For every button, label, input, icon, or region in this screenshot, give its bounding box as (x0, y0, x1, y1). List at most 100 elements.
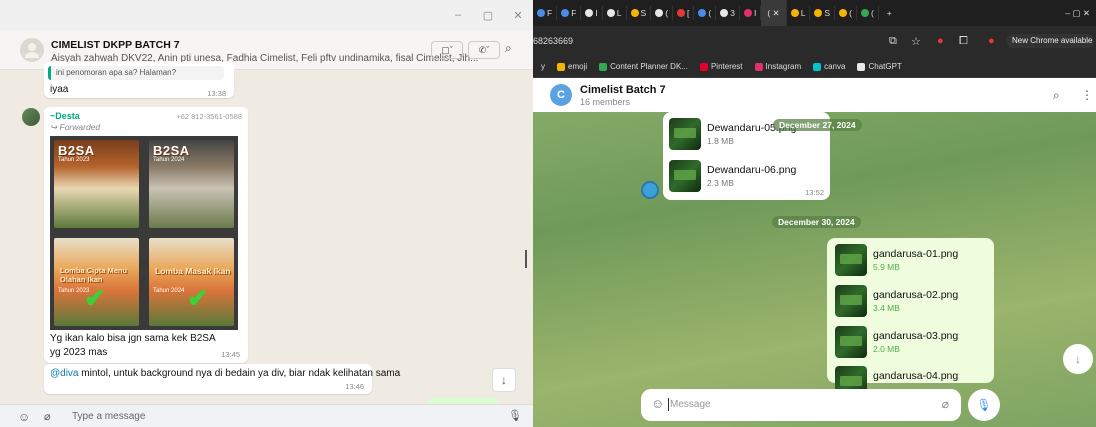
bookmark-item[interactable]: Content Planner DK... (599, 62, 688, 71)
sender-name[interactable]: ~Desta (50, 111, 80, 121)
image-message-bubble[interactable]: ~Desta +62 812-3561-0588 ↪ Forwarded B2S… (44, 107, 248, 363)
message-bubble[interactable]: ini penomoran apa sa? Halaman? iyaa 13:3… (44, 62, 234, 98)
quoted-message[interactable]: ini penomoran apa sa? Halaman? (48, 66, 224, 80)
poster-title: B2SA (58, 143, 95, 158)
telegram-chat: C Cimelist Batch 7 16 members ⌕ ⋮ Dewand… (533, 78, 1096, 427)
file-thumbnail[interactable] (669, 118, 701, 150)
message-bubble[interactable]: @diva mintol, untuk background nya di be… (44, 364, 400, 394)
more-options-icon[interactable]: ⋮ (1081, 88, 1093, 102)
file-item[interactable]: gandarusa-02.png 3.4 MB (835, 285, 985, 317)
file-thumbnail[interactable] (835, 326, 867, 358)
tab-label: ( (665, 8, 669, 18)
search-icon[interactable]: ⌕ (505, 41, 512, 56)
bookmark-item[interactable]: emoji (557, 62, 587, 71)
sender-avatar[interactable] (22, 108, 40, 126)
scroll-down-button[interactable]: ↓ (1063, 344, 1093, 374)
browser-tab[interactable]: ( (651, 6, 674, 20)
browser-tab-active[interactable]: ( ✕ (761, 0, 787, 26)
browser-tab[interactable]: 3 (716, 6, 740, 20)
voice-call-button[interactable]: ✆ˇ (468, 41, 500, 59)
browser-tab[interactable]: L (787, 6, 811, 20)
tab-strip: F F I L S ([(3 I ( ✕ L S ((+ – ▢ ✕ (533, 0, 1096, 26)
tab-label: F (571, 8, 577, 18)
poster-b2sa-2023: B2SA Tahun 2023 (54, 140, 139, 228)
tab-favicon-icon (720, 9, 729, 17)
attach-icon[interactable]: ⌀ (942, 397, 949, 411)
file-item[interactable]: gandarusa-01.png 5.9 MB (835, 244, 985, 276)
emoji-icon[interactable]: ☺ (18, 410, 30, 424)
profile-icon[interactable]: ● (988, 35, 995, 47)
tab-label: I (753, 8, 757, 18)
search-icon[interactable]: ⌕ (1053, 88, 1060, 103)
browser-tab[interactable]: ( (857, 6, 879, 20)
close-icon[interactable]: ✕ (503, 9, 533, 22)
browser-tab[interactable]: S (627, 6, 652, 20)
emoji-icon[interactable]: ☺ (651, 396, 664, 411)
bookmark-item[interactable]: Instagram (754, 62, 801, 71)
browser-tab[interactable]: [ (673, 6, 695, 20)
browser-tab[interactable]: ( (694, 6, 717, 20)
browser-tab[interactable]: ( (835, 6, 857, 20)
group-title[interactable]: Cimelist Batch 7 (580, 84, 666, 96)
group-name[interactable]: CIMELIST DKPP BATCH 7 (51, 39, 180, 51)
file-size: 3.4 MB (873, 303, 900, 313)
url-field[interactable]: 68263669 (533, 36, 573, 46)
address-bar-row: 68263669 ⧉ ☆ ● ⧠ ● New Chrome available (533, 26, 1096, 56)
forwarded-text: Forwarded (59, 122, 101, 132)
bookmark-item[interactable]: Pinterest (699, 62, 743, 71)
telegram-header[interactable]: C Cimelist Batch 7 16 members ⌕ ⋮ (533, 78, 1096, 112)
new-tab-button[interactable]: + (879, 8, 900, 18)
bookmark-label: emoji (568, 62, 588, 71)
tab-favicon-icon (537, 9, 545, 17)
file-name: gandarusa-01.png (873, 248, 959, 260)
browser-tab[interactable]: S (810, 6, 836, 20)
mention-link[interactable]: @diva (50, 368, 79, 379)
message-composer: ☺ ⌀ Type a message 🎙 (0, 404, 533, 427)
group-avatar[interactable] (20, 38, 44, 62)
tab-label: L (616, 8, 622, 18)
extension-icon[interactable]: ● (937, 35, 944, 47)
extensions-puzzle-icon[interactable]: ⧠ (959, 35, 968, 48)
scrollbar[interactable] (525, 250, 527, 268)
browser-tab[interactable]: L (603, 6, 627, 20)
bookmark-item[interactable]: ChatGPT (857, 62, 902, 71)
scroll-down-button[interactable]: ↓ (492, 368, 516, 392)
bookmark-favicon-icon (557, 62, 565, 71)
tab-favicon-icon (606, 9, 615, 17)
bookmark-item[interactable]: y (541, 62, 545, 71)
mic-button[interactable]: 🎙 (968, 389, 1000, 421)
maximize-icon[interactable]: ▢ (473, 9, 503, 22)
poster-title: Lomba Masak Ikan (155, 266, 231, 276)
file-thumbnail[interactable] (669, 160, 701, 192)
browser-tab[interactable]: I (740, 6, 762, 20)
browser-tab[interactable]: F (557, 6, 582, 20)
forwarded-image[interactable]: B2SA Tahun 2023 B2SA Tahun 2024 Lomba Ci… (50, 136, 238, 330)
outgoing-files-bubble[interactable]: gandarusa-01.png 5.9 MB gandarusa-02.png… (827, 238, 994, 398)
bookmark-item[interactable]: canva (813, 62, 845, 71)
sender-avatar[interactable] (641, 181, 659, 199)
message-input[interactable]: Type a message (72, 411, 145, 422)
title-bar: – ▢ ✕ (0, 0, 533, 30)
file-size: 2.3 MB (707, 178, 734, 188)
file-thumbnail[interactable] (835, 244, 867, 276)
arrow-down-icon: ↓ (501, 373, 507, 387)
message-composer[interactable]: ☺ Message ⌀ (641, 389, 961, 421)
file-item[interactable]: gandarusa-03.png 2.0 MB (835, 326, 985, 358)
browser-tab[interactable]: F (533, 6, 558, 20)
group-avatar[interactable]: C (550, 84, 572, 106)
bookmark-star-icon[interactable]: ☆ (911, 35, 921, 48)
message-input[interactable]: Message (670, 399, 711, 410)
file-size: 5.9 MB (873, 262, 900, 272)
file-item[interactable]: Dewandaru-06.png 2.3 MB (669, 160, 819, 192)
file-thumbnail[interactable] (835, 285, 867, 317)
window-controls[interactable]: – ▢ ✕ (1065, 8, 1096, 19)
video-call-button[interactable]: ▢ˇ (431, 41, 463, 59)
browser-tab[interactable]: I (581, 6, 603, 20)
bookmark-label: ChatGPT (868, 62, 902, 71)
update-chrome-button[interactable]: New Chrome available (1006, 34, 1094, 48)
minimize-icon[interactable]: – (443, 9, 473, 21)
mic-icon[interactable]: 🎙 (508, 409, 522, 422)
cast-icon[interactable]: ⧉ (889, 35, 897, 48)
attach-icon[interactable]: ⌀ (44, 410, 51, 423)
file-size: 1.8 MB (707, 136, 734, 146)
